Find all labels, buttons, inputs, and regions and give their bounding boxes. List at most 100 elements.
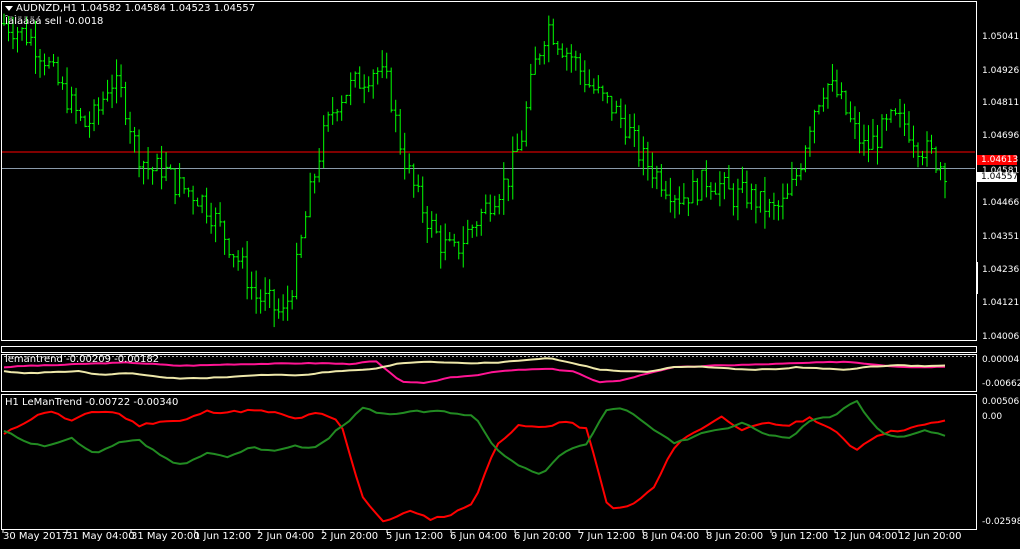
price-bar[interactable] xyxy=(623,104,628,145)
price-bar[interactable] xyxy=(438,225,443,269)
price-bar[interactable] xyxy=(186,187,191,198)
price-bar[interactable] xyxy=(276,298,281,319)
price-bar[interactable] xyxy=(717,171,722,207)
price-bar[interactable] xyxy=(843,90,848,116)
price-bar[interactable] xyxy=(893,108,898,116)
price-bar[interactable] xyxy=(767,198,772,218)
price-bar[interactable] xyxy=(605,91,610,104)
price-bar[interactable] xyxy=(231,254,236,268)
price-bar[interactable] xyxy=(357,66,362,89)
price-bar[interactable] xyxy=(447,232,452,242)
price-bar[interactable] xyxy=(123,81,128,126)
price-bar[interactable] xyxy=(627,114,632,139)
price-bar[interactable] xyxy=(119,64,124,98)
price-bar[interactable] xyxy=(195,197,200,207)
price-bar[interactable] xyxy=(699,169,704,201)
price-bar[interactable] xyxy=(474,221,479,237)
price-bar[interactable] xyxy=(600,85,605,102)
price-bar[interactable] xyxy=(870,118,875,150)
price-bar[interactable] xyxy=(753,184,758,224)
price-bar[interactable] xyxy=(294,242,299,300)
price-bar[interactable] xyxy=(578,53,583,85)
price-bar[interactable] xyxy=(38,48,43,78)
price-bar[interactable] xyxy=(384,52,389,79)
price-bar[interactable] xyxy=(884,113,889,131)
price-bar[interactable] xyxy=(456,241,461,260)
price-bar[interactable] xyxy=(911,125,916,158)
price-bar[interactable] xyxy=(321,115,326,169)
price-bar[interactable] xyxy=(591,78,596,94)
price-bar[interactable] xyxy=(933,146,938,173)
price-bar[interactable] xyxy=(290,290,295,310)
price-bar[interactable] xyxy=(465,219,470,245)
price-bar[interactable] xyxy=(641,136,646,176)
price-bar[interactable] xyxy=(821,87,826,112)
price-bar[interactable] xyxy=(546,15,551,63)
price-bar[interactable] xyxy=(488,194,493,222)
price-bar[interactable] xyxy=(663,180,668,200)
price-bar[interactable] xyxy=(240,247,245,269)
price-bar[interactable] xyxy=(681,183,686,205)
price-bar[interactable] xyxy=(92,99,97,132)
price-bar[interactable] xyxy=(393,99,398,133)
price-bar[interactable] xyxy=(654,165,659,190)
price-bar[interactable] xyxy=(33,20,38,74)
price-bar[interactable] xyxy=(771,192,776,220)
price-bar[interactable] xyxy=(830,63,835,92)
price-bar[interactable] xyxy=(515,133,520,152)
price-bar[interactable] xyxy=(852,106,857,139)
price-bar[interactable] xyxy=(110,74,115,109)
price-bar[interactable] xyxy=(758,191,763,213)
mt4-chart-window[interactable]: AUDNZD,H1 1.04582 1.04584 1.04523 1.0455… xyxy=(0,0,1020,549)
price-bar[interactable] xyxy=(443,223,448,261)
price-scale-handle[interactable] xyxy=(976,262,978,294)
price-bar[interactable] xyxy=(362,74,367,104)
price-bar[interactable] xyxy=(902,103,907,137)
price-bar[interactable] xyxy=(222,220,227,255)
price-bar[interactable] xyxy=(420,176,425,223)
price-bar[interactable] xyxy=(690,169,695,204)
chart-menu-arrow-icon[interactable] xyxy=(5,6,13,11)
price-bar[interactable] xyxy=(339,95,344,121)
price-bar[interactable] xyxy=(249,271,254,300)
price-bar[interactable] xyxy=(785,183,790,199)
price-bar[interactable] xyxy=(506,178,511,202)
price-bar[interactable] xyxy=(897,98,902,128)
price-bar[interactable] xyxy=(254,270,259,314)
price-bar[interactable] xyxy=(762,176,767,229)
price-bar[interactable] xyxy=(317,148,322,183)
price-bar[interactable] xyxy=(150,166,155,185)
price-bar[interactable] xyxy=(524,101,529,147)
price-bar[interactable] xyxy=(245,241,250,300)
indicator-series-line[interactable] xyxy=(3,400,946,475)
price-bar[interactable] xyxy=(686,197,691,217)
price-bar[interactable] xyxy=(614,100,619,114)
price-bar[interactable] xyxy=(560,43,565,59)
price-bar[interactable] xyxy=(866,125,871,163)
price-bar[interactable] xyxy=(101,91,106,115)
price-bar[interactable] xyxy=(285,285,290,321)
price-bar[interactable] xyxy=(132,126,137,153)
price-bar[interactable] xyxy=(51,53,56,67)
price-bar[interactable] xyxy=(848,101,853,123)
price-bar[interactable] xyxy=(87,111,92,138)
chart-canvas[interactable] xyxy=(0,0,1020,549)
price-bar[interactable] xyxy=(452,233,457,247)
price-bar[interactable] xyxy=(542,41,547,65)
price-bar[interactable] xyxy=(15,26,20,53)
h1-lemantrend-plot[interactable] xyxy=(3,400,946,523)
price-bar[interactable] xyxy=(573,50,578,71)
price-bar[interactable] xyxy=(555,40,560,55)
price-bar[interactable] xyxy=(407,153,412,174)
price-bar[interactable] xyxy=(519,130,524,151)
price-bar[interactable] xyxy=(938,162,943,181)
price-bar[interactable] xyxy=(173,168,178,205)
price-bar[interactable] xyxy=(492,195,497,216)
price-bar[interactable] xyxy=(834,69,839,98)
price-bar[interactable] xyxy=(434,213,439,234)
price-bar[interactable] xyxy=(915,142,920,168)
price-bar[interactable] xyxy=(191,185,196,215)
price-bar[interactable] xyxy=(798,163,803,181)
price-bar[interactable] xyxy=(47,56,52,69)
price-bar[interactable] xyxy=(308,172,313,218)
